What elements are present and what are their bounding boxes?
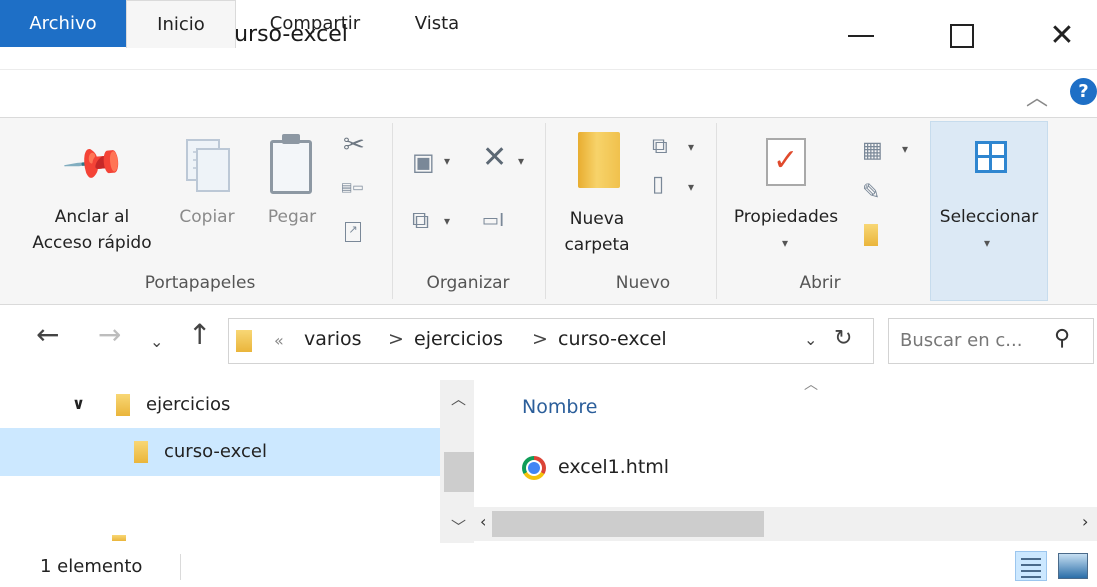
recent-locations-icon[interactable]: ⌄ [150, 332, 163, 351]
properties-dropdown-icon[interactable]: ▾ [782, 236, 788, 250]
copy-path-icon[interactable]: ▤▭ [341, 180, 364, 194]
sort-ascending-icon: ︿ [804, 377, 818, 393]
group-divider [392, 123, 393, 299]
tab-compartir[interactable]: Compartir [240, 0, 390, 47]
group-label-portapapeles: Portapapeles [144, 273, 256, 293]
group-divider [545, 123, 546, 299]
history-icon[interactable] [864, 224, 878, 246]
collapse-ribbon-icon[interactable]: ︿ [1026, 80, 1048, 112]
cut-icon[interactable]: ✂ [343, 130, 365, 160]
copy-to-icon[interactable]: ⧉ [412, 206, 429, 234]
copy-to-dropdown-icon[interactable]: ▾ [444, 214, 450, 228]
close-icon: ✕ [1049, 18, 1075, 53]
address-dropdown-icon[interactable]: ⌄ [804, 330, 817, 349]
expand-chevron-icon[interactable]: ∨ [72, 394, 85, 413]
easy-access-icon[interactable]: ▯ [652, 172, 664, 197]
tab-archivo[interactable]: Archivo [0, 0, 126, 47]
folder-icon-partial [112, 535, 126, 541]
help-icon[interactable]: ? [1070, 78, 1097, 105]
group-label-organizar: Organizar [426, 273, 510, 293]
nav-item-curso-excel[interactable]: curso-excel [164, 441, 267, 462]
maximize-button[interactable] [937, 14, 987, 58]
delete-dropdown-icon[interactable]: ▾ [518, 154, 524, 168]
edit-icon[interactable]: ✎ [862, 180, 880, 205]
horizontal-scroll-thumb[interactable] [492, 511, 764, 537]
copy-icon-back [196, 148, 230, 192]
folder-icon [134, 441, 148, 463]
new-folder-button[interactable]: Nueva carpeta [552, 206, 642, 258]
tab-vista[interactable]: Vista [392, 0, 482, 47]
up-button[interactable]: ↑ [188, 318, 211, 351]
breadcrumb-overflow[interactable]: « [274, 331, 284, 350]
new-folder-large-icon [578, 132, 620, 188]
group-divider [716, 123, 717, 299]
properties-icon: ✓ [766, 138, 806, 186]
select-grid-icon [975, 141, 1007, 173]
paste-button[interactable]: Pegar [258, 204, 326, 230]
group-label-nuevo: Nuevo [615, 273, 671, 293]
tab-inicio[interactable]: Inicio [126, 0, 236, 48]
scroll-up-icon[interactable]: ︿ [451, 388, 466, 409]
rename-icon[interactable]: ▭I [482, 210, 504, 231]
nav-item-ejercicios[interactable]: ejercicios [146, 394, 230, 415]
paste-clip-icon [282, 134, 300, 144]
properties-button[interactable]: Propiedades [720, 204, 852, 230]
breadcrumb-separator[interactable]: > [532, 328, 548, 350]
move-to-icon[interactable]: ▣ [412, 148, 435, 176]
scroll-down-icon[interactable]: ﹀ [451, 516, 466, 537]
address-folder-icon [236, 330, 252, 352]
ribbon-tabs [0, 70, 1097, 117]
folder-icon [116, 394, 130, 416]
pin-label-line2: Acceso rápido [32, 233, 152, 253]
new-item-dropdown-icon[interactable]: ▾ [688, 140, 694, 154]
maximize-icon [950, 24, 974, 48]
refresh-icon[interactable]: ↻ [834, 326, 852, 351]
pin-label-line1: Anclar al [54, 207, 130, 227]
status-divider [180, 554, 181, 580]
copy-button[interactable]: Copiar [172, 204, 242, 230]
breadcrumb-curso-excel[interactable]: curso-excel [558, 328, 667, 350]
item-count: 1 elemento [40, 556, 143, 577]
minimize-button[interactable] [836, 14, 886, 58]
large-icons-view-icon[interactable] [1058, 553, 1088, 579]
new-folder-label-line2: carpeta [564, 235, 630, 255]
close-button[interactable]: ✕ [1037, 14, 1087, 58]
open-icon[interactable]: ▦ [862, 138, 883, 163]
column-header-name[interactable]: Nombre [522, 396, 598, 418]
search-icon[interactable]: ⚲ [1054, 326, 1070, 351]
select-button[interactable]: Seleccionar [928, 204, 1050, 230]
details-view-icon[interactable] [1015, 551, 1047, 581]
new-folder-label-line1: Nueva [569, 209, 625, 229]
new-item-icon[interactable]: ⧉ [652, 134, 668, 159]
forward-button[interactable]: → [98, 318, 121, 351]
minimize-icon [848, 35, 874, 37]
breadcrumb-ejercicios[interactable]: ejercicios [414, 328, 503, 350]
group-label-abrir: Abrir [799, 273, 841, 293]
scroll-left-icon[interactable]: ‹ [480, 512, 486, 531]
select-dropdown-icon[interactable]: ▾ [984, 236, 990, 250]
paste-shortcut-icon[interactable]: ↗ [345, 222, 361, 242]
search-placeholder: Buscar en c... [900, 330, 1023, 351]
back-button[interactable]: ← [36, 318, 59, 351]
easy-access-dropdown-icon[interactable]: ▾ [688, 180, 694, 194]
move-to-dropdown-icon[interactable]: ▾ [444, 154, 450, 168]
pin-quick-access-button[interactable]: Anclar al Acceso rápido [22, 204, 162, 256]
status-bar [0, 543, 1097, 587]
open-dropdown-icon[interactable]: ▾ [902, 142, 908, 156]
delete-icon[interactable]: ✕ [482, 140, 507, 175]
breadcrumb-separator[interactable]: > [388, 328, 404, 350]
paste-icon [270, 140, 312, 194]
breadcrumb-varios[interactable]: varios [304, 328, 362, 350]
nav-pane-scroll-thumb[interactable] [444, 452, 474, 492]
scroll-right-icon[interactable]: › [1082, 512, 1088, 531]
file-item[interactable]: excel1.html [558, 456, 669, 478]
chrome-icon [522, 456, 546, 480]
